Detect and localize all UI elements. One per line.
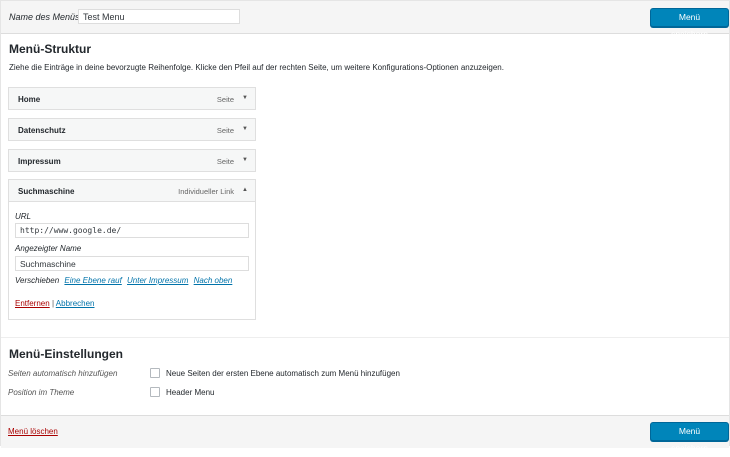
move-under-impressum-link[interactable]: Unter Impressum	[127, 276, 188, 285]
menu-structure-instructions: Ziehe die Einträge in deine bevorzugte R…	[9, 63, 504, 72]
menu-item-type: Seite	[216, 126, 234, 135]
cancel-item-link[interactable]: Abbrechen	[56, 299, 95, 308]
save-menu-button-bottom[interactable]: Menü speichern	[650, 422, 729, 453]
item-actions: Entfernen | Abbrechen	[15, 299, 95, 308]
menu-item-type: Seite	[216, 95, 234, 104]
chevron-down-icon[interactable]: ▼	[242, 126, 248, 132]
menu-name-label: Name des Menüs	[9, 12, 80, 22]
url-label: URL	[15, 212, 32, 221]
menu-item-title: Home	[18, 95, 41, 104]
menu-structure-title: Menü-Struktur	[9, 42, 91, 56]
auto-add-pages-checkbox[interactable]	[150, 368, 160, 378]
move-up-one-level-link[interactable]: Eine Ebene rauf	[64, 276, 121, 285]
chevron-down-icon[interactable]: ▼	[242, 157, 248, 163]
navigation-label-input[interactable]	[15, 256, 249, 271]
menu-footer-bar	[1, 415, 729, 448]
chevron-up-icon[interactable]: ▲	[242, 187, 248, 193]
navigation-label-label: Angezeigter Name	[15, 244, 82, 253]
auto-add-pages-label: Seiten automatisch hinzufügen	[8, 369, 118, 378]
menu-settings-title: Menü-Einstellungen	[9, 347, 123, 361]
menu-item-type: Seite	[216, 157, 234, 166]
chevron-down-icon[interactable]: ▼	[242, 95, 248, 101]
save-menu-button-top[interactable]: Menü speichern	[650, 8, 729, 39]
menu-item-suchmaschine[interactable]: Suchmaschine Individueller Link ▲	[8, 179, 256, 202]
move-to-top-link[interactable]: Nach oben	[194, 276, 233, 285]
menu-item-datenschutz[interactable]: Datenschutz Seite ▼	[8, 118, 256, 141]
url-input[interactable]	[15, 223, 249, 238]
menu-item-title: Suchmaschine	[18, 187, 75, 196]
move-label: Verschieben	[15, 276, 60, 285]
menu-item-settings-panel: URL Angezeigter Name Verschieben Eine Eb…	[8, 202, 256, 320]
actions-separator: |	[51, 299, 55, 308]
header-menu-option[interactable]: Header Menu	[166, 388, 214, 397]
remove-item-link[interactable]: Entfernen	[15, 299, 50, 308]
menu-item-home[interactable]: Home Seite ▼	[8, 87, 256, 110]
move-links: Verschieben Eine Ebene rauf Unter Impres…	[15, 276, 235, 285]
theme-location-label: Position im Theme	[8, 388, 75, 397]
delete-menu-link[interactable]: Menü löschen	[8, 427, 58, 436]
menu-name-input[interactable]	[78, 9, 240, 24]
menu-item-type: Individueller Link	[178, 187, 234, 196]
section-divider	[1, 337, 729, 338]
menu-editor: Name des Menüs Menü speichern Menü-Struk…	[0, 0, 730, 453]
menu-item-title: Datenschutz	[18, 126, 66, 135]
header-menu-checkbox[interactable]	[150, 387, 160, 397]
menu-item-title: Impressum	[18, 157, 61, 166]
menu-item-impressum[interactable]: Impressum Seite ▼	[8, 149, 256, 172]
auto-add-pages-option[interactable]: Neue Seiten der ersten Ebene automatisch…	[166, 369, 400, 378]
